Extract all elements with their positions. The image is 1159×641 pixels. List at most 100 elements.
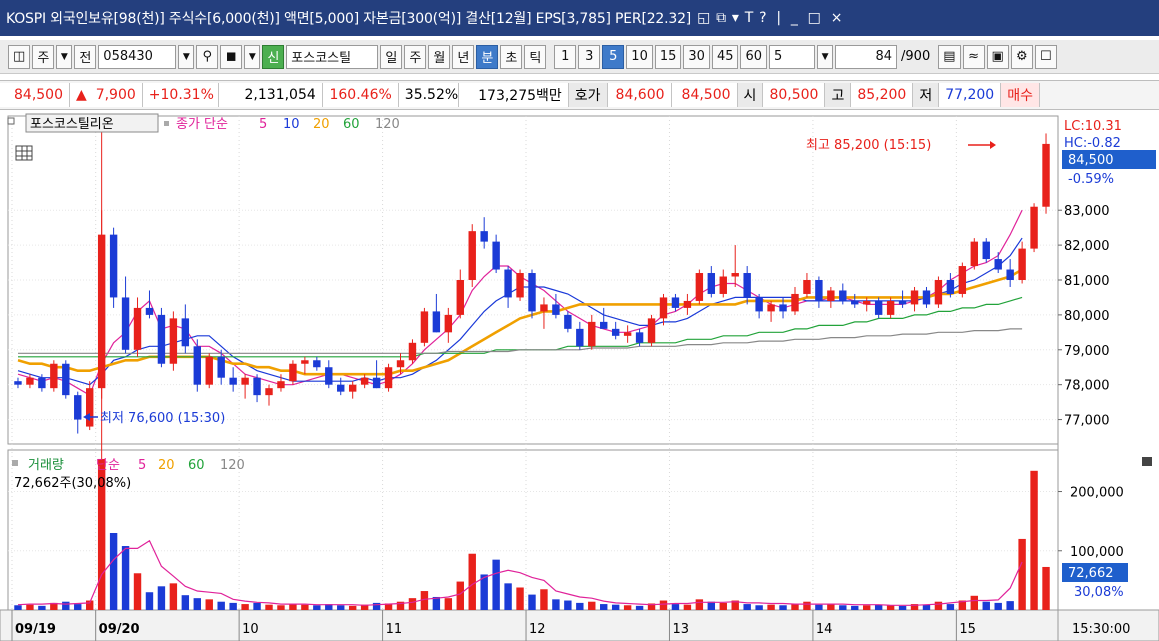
font-icon[interactable]: T — [745, 10, 754, 26]
candle-body — [468, 231, 476, 280]
volume-tick-label: 200,000 — [1070, 486, 1124, 501]
tab-second[interactable]: 초 — [500, 44, 523, 69]
candle-body — [97, 234, 106, 389]
interval-dropdown-icon[interactable]: ▼ — [817, 44, 834, 69]
volume-bar — [934, 601, 943, 610]
period-mode-button[interactable]: 전 — [74, 44, 97, 69]
buy-button[interactable]: 매수 — [1001, 83, 1040, 107]
volume-bar — [576, 602, 584, 610]
interval-60[interactable]: 60 — [740, 44, 768, 69]
chevron-down-icon[interactable]: ▼ — [56, 44, 73, 69]
interval-30[interactable]: 30 — [683, 44, 710, 69]
volume-bar — [121, 546, 130, 610]
volume-bar — [348, 605, 357, 610]
tab-week[interactable]: 주 — [404, 44, 427, 69]
count-input[interactable]: 84 — [835, 44, 898, 69]
candle-body — [1030, 206, 1038, 249]
save-icon[interactable]: ▣ — [986, 44, 1009, 69]
volume-bar — [62, 601, 70, 610]
search-icon[interactable]: ⚲ — [196, 44, 219, 69]
volume-bar — [922, 604, 931, 610]
restore-icon[interactable]: ◱ — [697, 10, 710, 26]
price-tick-label: 81,000 — [1064, 274, 1110, 289]
price-tick-label: 80,000 — [1064, 309, 1110, 324]
max-annotation: 최고 85,200 (15:15) — [806, 138, 931, 153]
link-window-icon[interactable]: ⧉ — [716, 10, 726, 26]
candle-body — [348, 384, 357, 392]
volume-bar — [707, 601, 716, 610]
candle-body — [898, 300, 907, 305]
pin-icon[interactable]: ▾ — [732, 10, 739, 26]
candle-body — [121, 297, 130, 350]
interval-15[interactable]: 15 — [654, 44, 682, 69]
volume-legend-icon[interactable] — [12, 460, 18, 466]
candle-body — [839, 290, 847, 301]
candle-body — [205, 356, 213, 385]
ask-price: 84,500 — [671, 83, 738, 107]
candle-body — [313, 360, 321, 368]
stock-chart[interactable]: 83,000 82,000 81,000 80,000 79,000 78,000 77,0… — [0, 112, 1159, 641]
interval-5[interactable]: 5 — [602, 44, 625, 69]
candle-body — [695, 273, 704, 301]
speaker-dropdown-icon[interactable]: ▼ — [244, 44, 261, 69]
volume-bar — [863, 605, 871, 610]
help-icon[interactable]: ? — [759, 10, 766, 26]
volume-bar — [193, 598, 201, 610]
gear-icon[interactable]: ⚙ — [1010, 44, 1033, 69]
candle-body — [456, 280, 464, 315]
minimize-button[interactable]: _ — [791, 10, 798, 26]
indicator-icon[interactable]: ≈ — [962, 44, 985, 69]
panel-close-icon[interactable] — [1142, 457, 1152, 466]
volume-bar — [241, 604, 249, 610]
candle-body — [540, 304, 548, 312]
volume-bar — [456, 581, 464, 610]
market-select[interactable]: 주 — [32, 44, 55, 69]
candle-body — [480, 231, 488, 242]
vol-ma-legend-5: 5 — [138, 458, 146, 473]
volume-bar — [683, 604, 692, 610]
price-tick-label: 78,000 — [1064, 379, 1110, 394]
table-icon[interactable] — [15, 145, 33, 161]
volume-bar — [1030, 470, 1038, 610]
x-tick-label: 11 — [386, 622, 403, 637]
stock-name-field[interactable]: 포스코스틸 — [286, 44, 379, 69]
volume-bar — [982, 601, 990, 610]
code-dropdown-icon[interactable]: ▼ — [178, 44, 195, 69]
maximize-button[interactable]: □ — [808, 10, 821, 26]
interval-45[interactable]: 45 — [711, 44, 739, 69]
tab-tick[interactable]: 틱 — [524, 44, 547, 69]
checkbox[interactable]: ☐ — [1034, 44, 1057, 69]
tab-year[interactable]: 년 — [452, 44, 475, 69]
volume-bar — [1006, 601, 1014, 610]
lc-label: LC:10.31 — [1064, 119, 1122, 134]
volume-bar — [839, 605, 847, 610]
interval-3[interactable]: 3 — [578, 44, 601, 69]
volume-bar — [779, 605, 787, 610]
stock-code-input[interactable]: 058430 — [98, 44, 177, 69]
volume-bar — [217, 601, 225, 610]
interval-1[interactable]: 1 — [554, 44, 577, 69]
candle-body — [635, 332, 644, 343]
candle-body — [360, 377, 369, 385]
interval-input[interactable]: 5 — [769, 44, 816, 69]
legend-toggle-icon[interactable] — [7, 117, 15, 125]
close-button[interactable]: × — [831, 10, 843, 26]
tab-minute[interactable]: 분 — [476, 44, 499, 69]
volume-bar — [74, 604, 82, 610]
candle-body — [934, 280, 943, 305]
candle-settings-icon[interactable]: ▤ — [938, 44, 961, 69]
volume-bar — [815, 604, 823, 610]
volume-bar — [695, 599, 704, 610]
chart-type-icon[interactable]: ◫ — [8, 44, 31, 69]
candle-body — [325, 367, 333, 385]
candle-body — [241, 377, 249, 385]
tab-day[interactable]: 일 — [380, 44, 403, 69]
volume-bar — [1042, 566, 1050, 610]
speaker-icon[interactable]: ◼ — [220, 44, 243, 69]
volume-info: 72,662주(30,08%) — [14, 476, 131, 491]
candle-body — [14, 381, 22, 385]
interval-10[interactable]: 10 — [626, 44, 653, 69]
volume-bar — [743, 604, 751, 610]
tab-month[interactable]: 월 — [428, 44, 451, 69]
last-volume-pct: 30,08% — [1074, 585, 1124, 600]
